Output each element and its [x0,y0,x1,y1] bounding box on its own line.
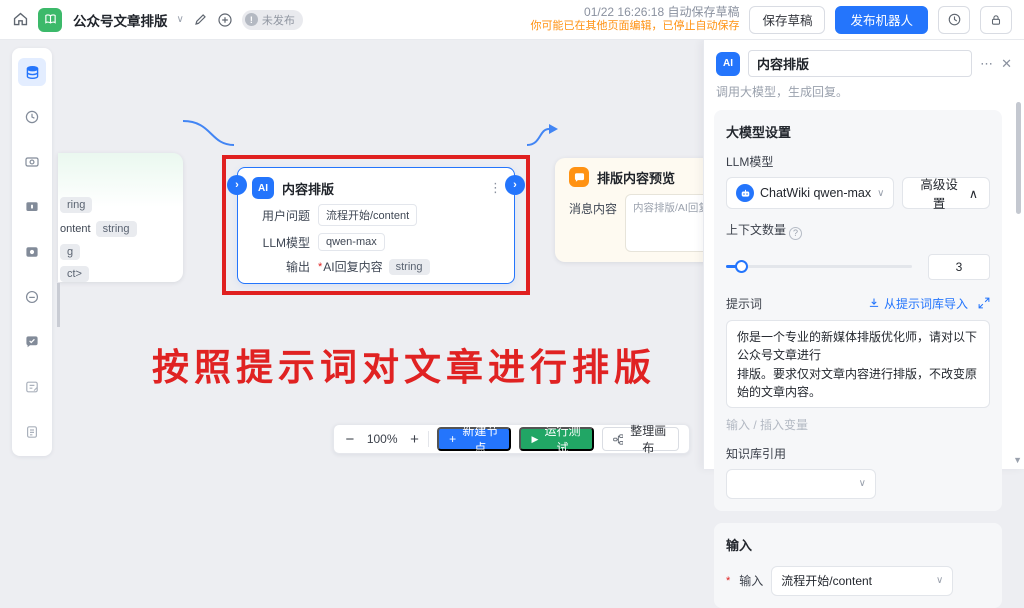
knowledge-base-label: 知识库引用 [726,446,787,461]
start-node-row: ct> [60,266,89,282]
zoom-level: 100% [366,432,398,446]
start-node-row: g [60,244,81,260]
play-icon: ▶ [531,433,539,444]
nav-chat-icon[interactable] [18,328,46,356]
knowledge-base-select[interactable]: ∨ [726,468,876,499]
nav-clock-icon[interactable] [18,103,46,131]
start-node[interactable]: ring ontent string g ct> [58,153,183,282]
edge-start-to-ai [182,120,235,146]
node-name-input[interactable] [748,50,973,77]
help-icon[interactable]: ? [789,226,803,240]
add-node-button[interactable]: + 新建节点 [437,424,512,455]
start-node-connector-line [57,283,60,327]
nav-money-icon[interactable] [18,148,46,176]
start-node-row: ring [60,197,93,213]
arrange-canvas-button[interactable]: 整理画布 [601,424,679,455]
toolbar-divider [428,431,430,447]
node-field-row: 消息内容 内容排版/AI回复内容 [569,194,720,252]
section-heading: 输入 [726,537,753,553]
panel-scrollbar[interactable] [1016,102,1021,214]
edge-arrowhead [549,124,558,134]
expand-icon[interactable] [978,297,990,309]
prompt-textarea[interactable]: 你是一个专业的新媒体排版优化师，请对以下公众号文章进行 排版。要求仅对文章内容进… [726,319,990,408]
left-sidebar [12,48,52,456]
autosave-warning: 你可能已在其他页面编辑，已停止自动保存 [530,20,740,33]
input-variable-select[interactable]: 流程开始/content ∨ [771,565,954,596]
annotation-text: 按照提示词对文章进行排版 [152,348,656,389]
autosave-status: 01/22 16:26:18 自动保存草稿 你可能已在其他页面编辑，已停止自动保… [530,5,739,34]
chevron-down-icon: ∨ [877,187,885,199]
insert-variable-hint[interactable]: 输入 / 插入变量 [726,416,990,433]
start-node-row: ontent string [60,221,137,237]
nav-user-icon[interactable] [18,283,46,311]
top-bar: 公众号文章排版 ∨ ! 未发布 01/22 16:26:18 自动保存草稿 你可… [0,0,1024,40]
node-config-panel: AI ⋯ ✕ 调用大模型，生成回复。 大模型设置 LLM模型 ChatWiki … [703,40,1024,608]
publish-bot-button[interactable]: 发布机器人 [835,5,928,34]
nav-app-icon[interactable] [18,238,46,266]
advanced-settings-button[interactable]: 高级设置 ∧ [902,177,990,211]
context-slider[interactable] [726,260,912,273]
context-count-label: 上下文数量? [726,221,990,240]
arrange-icon [612,433,624,445]
section-heading: 大模型设置 [726,125,792,140]
model-select[interactable]: ChatWiki qwen-max ∨ [726,177,895,209]
model-settings-section: 大模型设置 LLM模型 ChatWiki qwen-max ∨ 高级设置 ∧ 上… [714,110,1002,511]
import-prompt-link[interactable]: 从提示词库导入 [868,295,968,312]
prompt-label: 提示词 [726,296,763,311]
panel-menu-icon[interactable]: ⋯ [980,56,993,72]
chevron-down-icon: ∨ [858,478,866,489]
message-icon [569,167,589,187]
nav-doc-icon[interactable] [18,418,46,446]
slider-handle[interactable] [734,260,748,273]
nav-monitor-icon[interactable] [18,193,46,221]
workflow-title: 公众号文章排版 [73,13,168,29]
title-chevron-down-icon[interactable]: ∨ [177,14,184,25]
context-count-input[interactable] [928,253,990,280]
nav-form-icon[interactable] [18,373,46,401]
ai-node-icon: AI [716,51,740,76]
input-section: 输入 * 输入 流程开始/content ∨ [714,522,1002,608]
node-description: 调用大模型，生成回复。 [716,85,849,99]
edit-pencil-icon[interactable] [193,12,208,27]
save-draft-button[interactable]: 保存草稿 [749,5,826,34]
llm-model-label: LLM模型 [726,155,774,169]
lock-button[interactable] [980,5,1012,34]
preview-node-title: 排版内容预览 [597,170,676,186]
scroll-down-arrow-icon[interactable]: ▼ [1013,455,1022,465]
clock-icon [948,13,960,26]
unpublished-mark-icon: ! [244,13,258,26]
chevron-down-icon: ∨ [935,575,944,586]
canvas-toolbar: − 100% + + 新建节点 ▶ 运行测试 整理画布 [333,424,690,455]
zoom-out-button[interactable]: − [344,431,356,448]
chevron-up-icon: ∧ [968,186,978,201]
run-test-button[interactable]: ▶ 运行测试 [519,424,594,455]
import-icon [869,298,879,307]
history-button[interactable] [938,5,970,34]
preview-node[interactable]: 排版内容预览 消息内容 内容排版/AI回复内容 [555,158,720,262]
zoom-in-button[interactable]: + [409,431,421,448]
panel-close-icon[interactable]: ✕ [1001,56,1012,72]
annotation-rectangle [222,155,530,295]
home-icon[interactable] [12,11,29,28]
edge-ai-to-preview [526,128,550,146]
status-badge: ! 未发布 [241,9,303,30]
input-label: 输入 [739,574,764,588]
nav-flow-icon[interactable] [18,58,46,86]
lock-icon [991,14,1001,25]
add-circle-icon[interactable] [217,12,233,28]
autosave-time: 01/22 16:26:18 自动保存草稿 [584,5,740,20]
app-logo-icon[interactable] [38,7,62,32]
robot-icon [736,184,754,202]
